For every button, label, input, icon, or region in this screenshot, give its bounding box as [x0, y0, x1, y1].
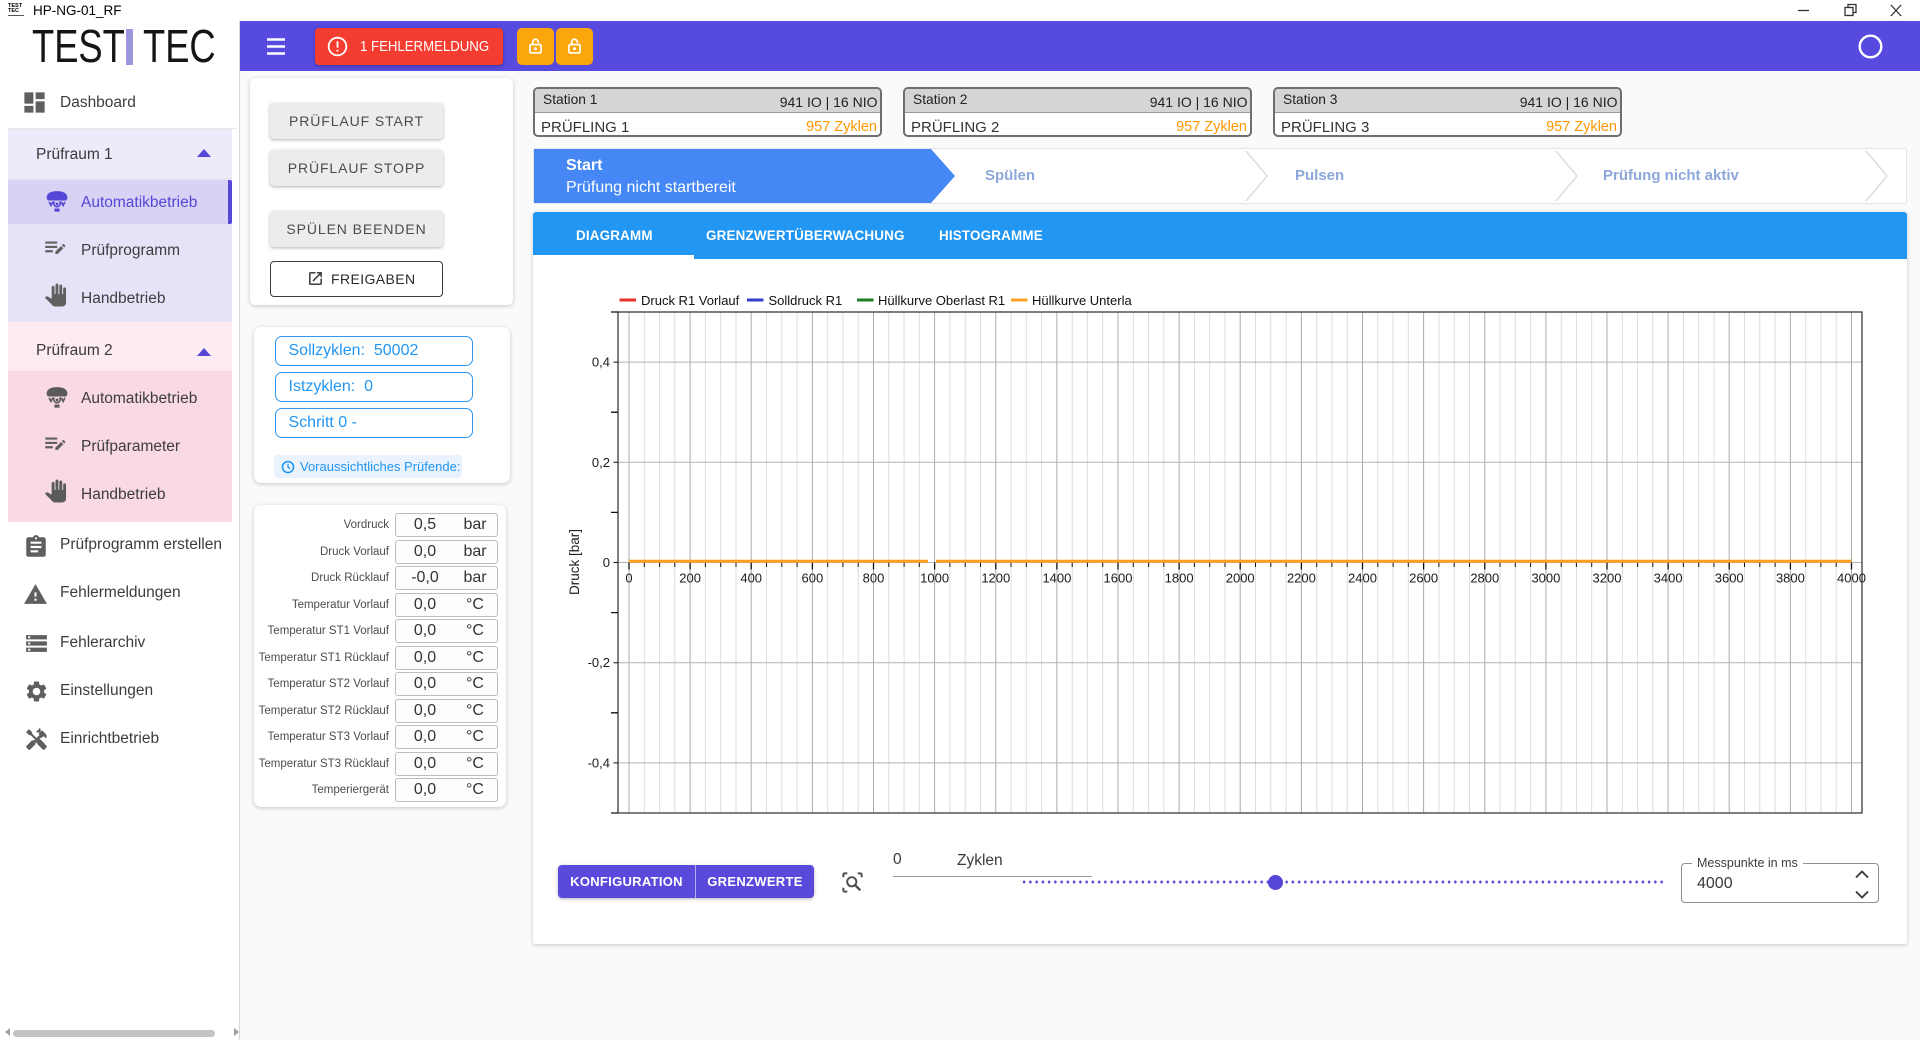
svg-text:200: 200: [679, 571, 701, 586]
svg-text:1200: 1200: [981, 571, 1010, 586]
svg-text:1400: 1400: [1042, 571, 1071, 586]
svg-text:Druck [bar]: Druck [bar]: [567, 529, 582, 595]
svg-text:1800: 1800: [1165, 571, 1194, 586]
svg-text:0: 0: [625, 571, 632, 586]
svg-text:1600: 1600: [1104, 571, 1133, 586]
svg-text:1000: 1000: [920, 571, 949, 586]
svg-text:3800: 3800: [1776, 571, 1805, 586]
svg-text:400: 400: [740, 571, 762, 586]
svg-text:Druck R1 Vorlauf: Druck R1 Vorlauf: [641, 293, 740, 308]
svg-text:2000: 2000: [1226, 571, 1255, 586]
svg-text:600: 600: [802, 571, 824, 586]
svg-text:0: 0: [603, 555, 610, 570]
svg-text:2400: 2400: [1348, 571, 1377, 586]
svg-text:Solldruck R1: Solldruck R1: [769, 293, 843, 308]
svg-text:-0,4: -0,4: [588, 755, 610, 770]
svg-text:3600: 3600: [1715, 571, 1744, 586]
svg-text:Hüllkurve Unterla: Hüllkurve Unterla: [1032, 293, 1132, 308]
svg-text:0,4: 0,4: [592, 355, 610, 370]
svg-text:Hüllkurve Oberlast R1: Hüllkurve Oberlast R1: [878, 293, 1005, 308]
svg-text:4000: 4000: [1837, 571, 1866, 586]
svg-text:2200: 2200: [1287, 571, 1316, 586]
svg-text:3000: 3000: [1531, 571, 1560, 586]
svg-text:800: 800: [863, 571, 885, 586]
svg-text:3400: 3400: [1654, 571, 1683, 586]
svg-text:0,2: 0,2: [592, 455, 610, 470]
svg-text:2800: 2800: [1470, 571, 1499, 586]
svg-text:-0,2: -0,2: [588, 655, 610, 670]
svg-text:3200: 3200: [1593, 571, 1622, 586]
svg-text:2600: 2600: [1409, 571, 1438, 586]
